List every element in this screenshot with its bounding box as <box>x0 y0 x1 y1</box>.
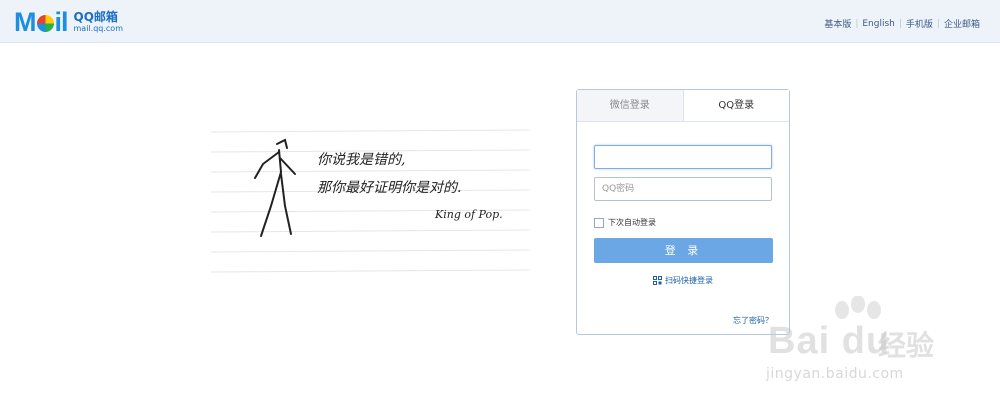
logo-title: QQ邮箱 <box>73 10 118 24</box>
remember-checkbox[interactable] <box>594 217 604 228</box>
link-mobile-version[interactable]: 手机版 <box>906 17 933 30</box>
qr-code-icon <box>653 276 662 285</box>
watermark-brand-cn: 经验 <box>878 329 935 362</box>
quote-line-2: 那你最好证明你是对的. <box>317 180 461 196</box>
qr-login-label: 扫码快捷登录 <box>665 276 713 285</box>
baidu-jingyan-watermark: Bai du 经验 jingyan.baidu.com <box>760 296 1000 396</box>
login-panel: 微信登录 QQ登录 下次自动登录 登 录 扫码快捷登录 忘了密码？ <box>576 89 790 335</box>
quote-signature: King of Pop. <box>434 208 503 221</box>
username-input[interactable] <box>594 145 772 169</box>
password-input[interactable] <box>594 177 772 201</box>
stick-figure-dancer-icon <box>254 138 296 237</box>
remember-label: 下次自动登录 <box>608 218 656 227</box>
link-enterprise-mail[interactable]: 企业邮箱 <box>944 17 980 30</box>
logo-mail-word: Mil <box>14 6 69 37</box>
top-bar: Mil QQ邮箱 mail.qq.com 基本版 | English | 手机版… <box>0 0 1000 43</box>
tab-qq-login[interactable]: QQ登录 <box>683 90 789 121</box>
quote-line-1: 你说我是错的, <box>317 152 405 168</box>
qr-login-link[interactable]: 扫码快捷登录 <box>577 275 789 286</box>
qqmail-logo[interactable]: Mil QQ邮箱 mail.qq.com <box>14 8 123 36</box>
login-tabs: 微信登录 QQ登录 <box>577 90 789 122</box>
tab-wechat-login[interactable]: 微信登录 <box>577 90 684 121</box>
logo-colored-circle-icon <box>36 14 54 32</box>
link-english[interactable]: English <box>862 19 895 29</box>
watermark-url: jingyan.baidu.com <box>766 366 904 382</box>
quote-illustration: 你说我是错的, 那你最好证明你是对的. King of Pop. <box>211 129 530 273</box>
logo-subtitle: mail.qq.com <box>73 24 123 33</box>
remember-login[interactable]: 下次自动登录 <box>594 217 656 228</box>
top-links: 基本版 | English | 手机版 | 企业邮箱 <box>824 17 980 31</box>
link-basic-version[interactable]: 基本版 <box>824 17 851 30</box>
login-button[interactable]: 登 录 <box>594 238 773 263</box>
watermark-brand: Bai du <box>768 320 891 362</box>
